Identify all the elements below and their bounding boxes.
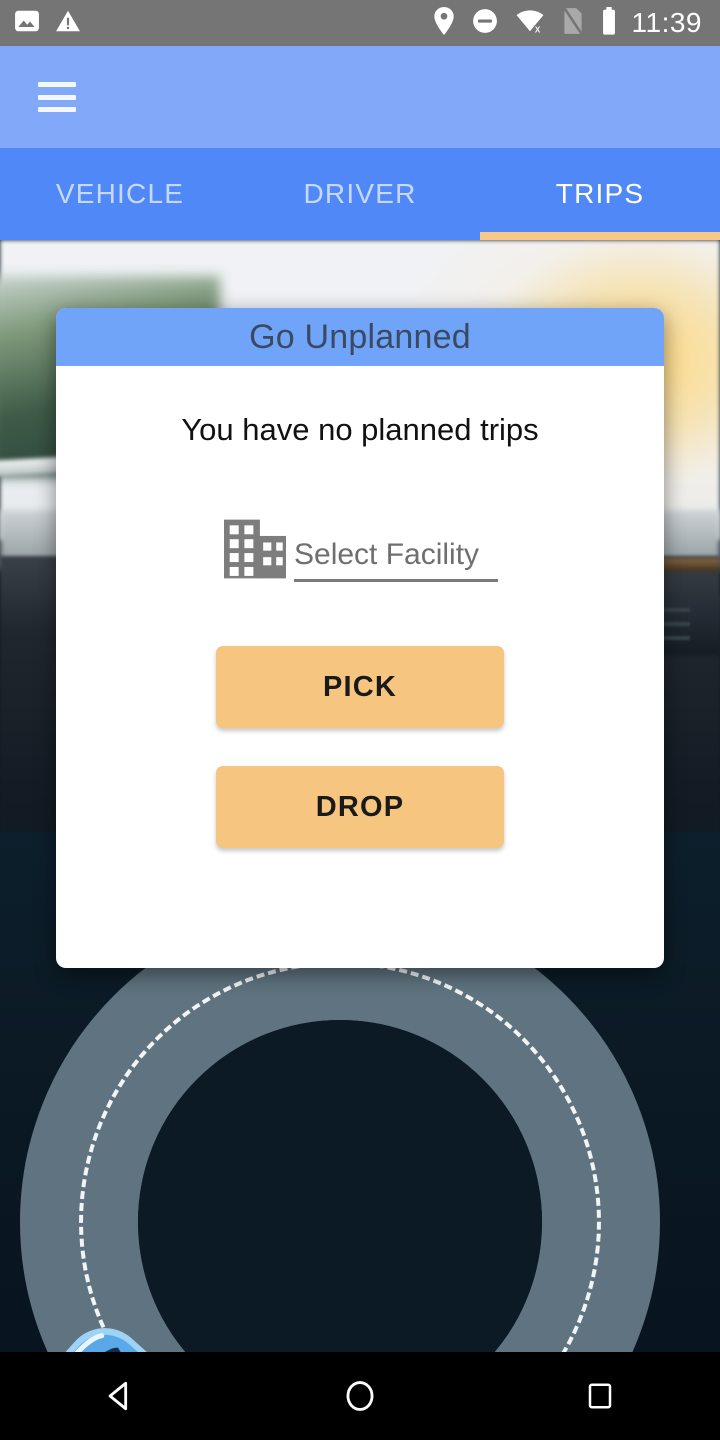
dialog-title: Go Unplanned bbox=[249, 317, 471, 356]
dialog-body: You have no planned trips Select Facilit… bbox=[56, 412, 664, 968]
tab-driver-label: DRIVER bbox=[303, 178, 417, 209]
location-icon bbox=[433, 6, 455, 40]
dialog-header: Go Unplanned bbox=[56, 308, 664, 366]
tab-trips-label: TRIPS bbox=[555, 178, 645, 209]
do-not-disturb-icon bbox=[472, 8, 498, 39]
tab-active-indicator bbox=[480, 232, 720, 240]
svg-text:x: x bbox=[534, 23, 540, 34]
building-icon bbox=[224, 519, 286, 579]
facility-placeholder: Select Facility bbox=[294, 538, 480, 571]
status-bar-right-icons: xx bbox=[433, 6, 617, 40]
dialog-message: You have no planned trips bbox=[181, 412, 539, 447]
hamburger-bar bbox=[38, 94, 76, 100]
battery-icon bbox=[601, 6, 617, 40]
status-bar-clock: 11:39 bbox=[631, 7, 702, 38]
tab-vehicle-label: VEHICLE bbox=[55, 178, 185, 209]
status-bar-left-icons bbox=[14, 8, 82, 39]
go-unplanned-dialog: Go Unplanned You have no planned trips S… bbox=[56, 308, 664, 968]
tab-bar: VEHICLE DRIVER TRIPS bbox=[0, 148, 720, 240]
warning-icon bbox=[54, 8, 82, 39]
image-icon bbox=[14, 8, 40, 39]
tab-trips[interactable]: TRIPS bbox=[480, 148, 720, 240]
sim-card-off-icon bbox=[562, 6, 584, 40]
status-bar: xx 11:39 bbox=[0, 0, 720, 46]
android-navigation-bar bbox=[0, 1352, 720, 1440]
hamburger-menu-icon[interactable] bbox=[38, 82, 76, 112]
tab-driver[interactable]: DRIVER bbox=[240, 148, 480, 240]
home-button[interactable] bbox=[315, 1352, 405, 1440]
facility-input[interactable]: Select Facility bbox=[294, 538, 498, 582]
wifi-off-icon: xx bbox=[515, 8, 545, 39]
pick-button[interactable]: PICK bbox=[216, 646, 504, 728]
back-button[interactable] bbox=[75, 1352, 165, 1440]
facility-selector-row[interactable]: Select Facility bbox=[56, 518, 664, 582]
tab-vehicle[interactable]: VEHICLE bbox=[0, 148, 240, 240]
dialog-actions: PICK DROP bbox=[56, 646, 664, 848]
recents-button[interactable] bbox=[555, 1352, 645, 1440]
hamburger-bar bbox=[38, 107, 76, 112]
app-bar bbox=[0, 46, 720, 148]
hamburger-bar bbox=[38, 82, 76, 87]
drop-button[interactable]: DROP bbox=[216, 766, 504, 848]
